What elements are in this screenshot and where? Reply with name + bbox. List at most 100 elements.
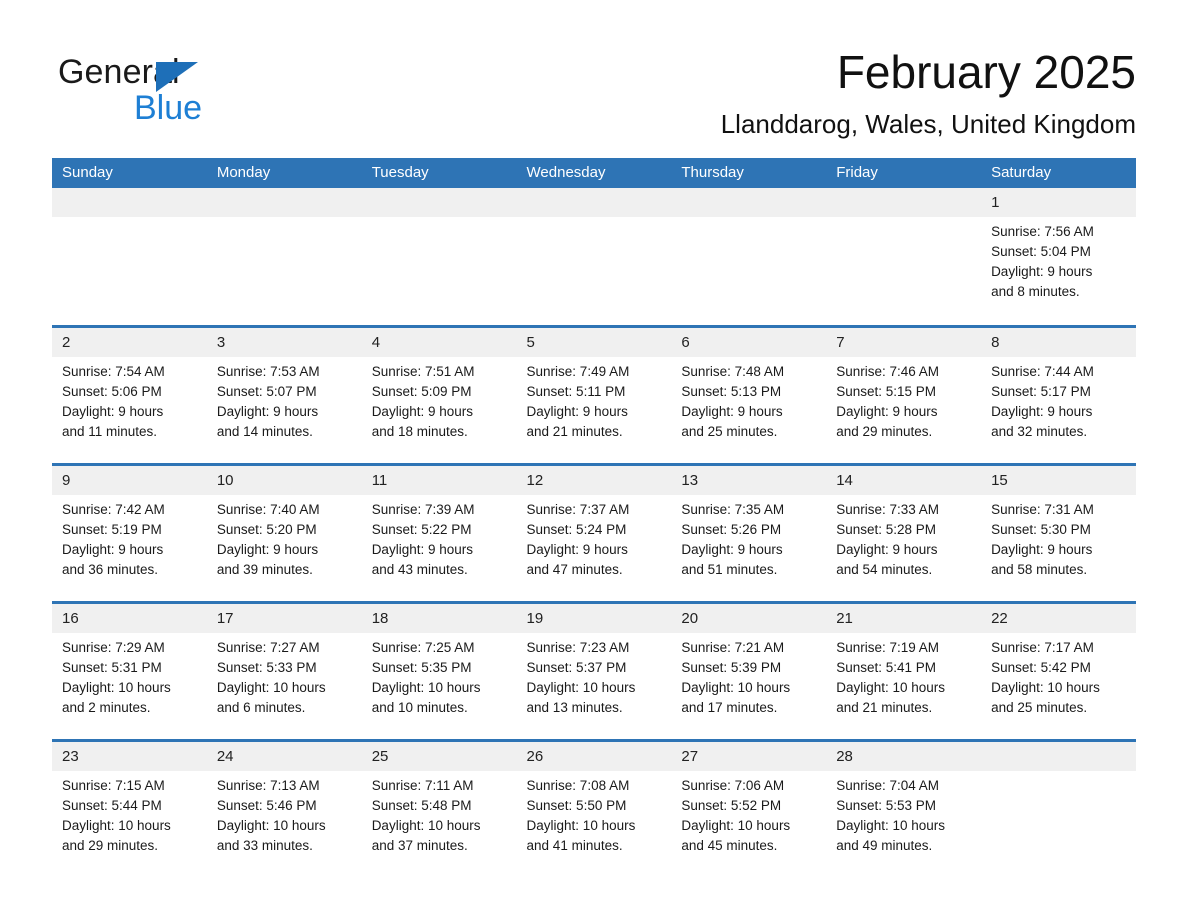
sunset-text: Sunset: 5:15 PM xyxy=(836,384,937,399)
calendar-body: 1 Sunrise: 7:56 AM Sunset: 5:04 PM Daylight… xyxy=(52,188,1136,872)
sunset-text: Sunset: 5:24 PM xyxy=(526,522,627,537)
daylight-text: Daylight: 10 hours xyxy=(836,680,946,695)
sunset-text: Sunset: 5:39 PM xyxy=(681,660,782,675)
day-number xyxy=(206,188,362,217)
sunrise-text: Sunrise: 7:44 AM xyxy=(991,364,1094,379)
sunrise-text: Sunrise: 7:04 AM xyxy=(836,778,940,793)
day-number: 18 xyxy=(361,604,517,633)
daylight-text: Daylight: 9 hours xyxy=(371,542,473,557)
day-sun-info: Sunrise: 7:39 AM Sunset: 5:22 PM Daylight:… xyxy=(362,495,517,580)
calendar-day-cell[interactable]: 15 Sunrise: 7:31 AM Sunset: 5:30 PM Dayligh… xyxy=(981,463,1136,603)
calendar-day-cell[interactable]: 7 Sunrise: 7:46 AM Sunset: 5:15 PM Daylight… xyxy=(826,325,982,465)
daylight-text: Daylight: 10 hours xyxy=(991,680,1100,695)
sunset-text: Sunset: 5:06 PM xyxy=(62,384,162,399)
page-title: February 2025 xyxy=(836,46,1136,98)
day-number: 16 xyxy=(52,604,207,633)
daylight-text: Daylight: 10 hours xyxy=(62,818,171,833)
sunrise-text: Sunrise: 7:27 AM xyxy=(216,640,320,655)
calendar-day-cell[interactable]: 13 Sunrise: 7:35 AM Sunset: 5:26 PM Dayligh… xyxy=(671,463,827,603)
calendar-day-cell[interactable]: 4 Sunrise: 7:51 AM Sunset: 5:09 PM Daylight… xyxy=(361,325,517,465)
day-number: 23 xyxy=(52,742,207,771)
weekday-header-tuesday: Tuesday xyxy=(361,158,517,188)
calendar-empty-cell xyxy=(516,188,672,327)
day-sun-info: Sunrise: 7:17 AM Sunset: 5:42 PM Daylight:… xyxy=(981,633,1136,718)
calendar-day-cell[interactable]: 25 Sunrise: 7:11 AM Sunset: 5:48 PM Dayligh… xyxy=(361,739,517,872)
daylight-text-cont: and 25 minutes. xyxy=(991,700,1088,715)
calendar-empty-cell xyxy=(52,188,207,327)
daylight-text-cont: and 2 minutes. xyxy=(62,700,151,715)
daylight-text: Daylight: 10 hours xyxy=(62,680,171,695)
sunset-text: Sunset: 5:26 PM xyxy=(681,522,782,537)
calendar-empty-cell xyxy=(981,739,1136,872)
daylight-text: Daylight: 10 hours xyxy=(216,680,326,695)
calendar-day-cell[interactable]: 23 Sunrise: 7:15 AM Sunset: 5:44 PM Dayligh… xyxy=(52,739,207,872)
day-sun-info: Sunrise: 7:31 AM Sunset: 5:30 PM Daylight:… xyxy=(981,495,1136,580)
day-sun-info: Sunrise: 7:06 AM Sunset: 5:52 PM Daylight:… xyxy=(671,771,826,856)
sunset-text: Sunset: 5:09 PM xyxy=(371,384,472,399)
calendar-day-cell[interactable]: 17 Sunrise: 7:27 AM Sunset: 5:33 PM Dayligh… xyxy=(206,601,362,741)
calendar-day-cell[interactable]: 21 Sunrise: 7:19 AM Sunset: 5:41 PM Dayligh… xyxy=(826,601,982,741)
general-blue-logo[interactable]: General Blue xyxy=(58,52,338,128)
calendar-day-cell[interactable]: 9 Sunrise: 7:42 AM Sunset: 5:19 PM Daylight… xyxy=(52,463,207,603)
day-number: 19 xyxy=(516,604,672,633)
daylight-text-cont: and 45 minutes. xyxy=(681,838,778,853)
sunset-text: Sunset: 5:33 PM xyxy=(216,660,317,675)
day-number xyxy=(981,742,1136,771)
calendar-day-cell[interactable]: 1 Sunrise: 7:56 AM Sunset: 5:04 PM Daylight… xyxy=(981,188,1136,327)
day-number: 21 xyxy=(826,604,982,633)
calendar-day-cell[interactable]: 2 Sunrise: 7:54 AM Sunset: 5:06 PM Daylight… xyxy=(52,325,207,465)
calendar-day-cell[interactable]: 8 Sunrise: 7:44 AM Sunset: 5:17 PM Daylight… xyxy=(981,325,1136,465)
day-number: 28 xyxy=(826,742,982,771)
daylight-text-cont: and 10 minutes. xyxy=(371,700,468,715)
day-number xyxy=(361,188,517,217)
weekday-header-thursday: Thursday xyxy=(671,158,827,188)
daylight-text: Daylight: 9 hours xyxy=(526,404,628,419)
day-number: 12 xyxy=(516,466,672,495)
calendar-day-cell[interactable]: 16 Sunrise: 7:29 AM Sunset: 5:31 PM Dayligh… xyxy=(52,601,207,741)
sunset-text: Sunset: 5:41 PM xyxy=(836,660,937,675)
calendar-day-cell[interactable]: 14 Sunrise: 7:33 AM Sunset: 5:28 PM Dayligh… xyxy=(826,463,982,603)
day-number: 5 xyxy=(516,328,672,357)
daylight-text: Daylight: 9 hours xyxy=(216,404,319,419)
calendar-day-cell[interactable]: 24 Sunrise: 7:13 AM Sunset: 5:46 PM Dayligh… xyxy=(206,739,362,872)
calendar-day-cell[interactable]: 12 Sunrise: 7:37 AM Sunset: 5:24 PM Dayligh… xyxy=(516,463,672,603)
weekday-header-row: Sunday Monday Tuesday Wednesday Thursday… xyxy=(52,158,1136,188)
calendar-day-cell[interactable]: 10 Sunrise: 7:40 AM Sunset: 5:20 PM Dayligh… xyxy=(206,463,362,603)
calendar-day-cell[interactable]: 22 Sunrise: 7:17 AM Sunset: 5:42 PM Dayligh… xyxy=(981,601,1136,741)
day-number: 24 xyxy=(206,742,362,771)
sunrise-text: Sunrise: 7:35 AM xyxy=(681,502,785,517)
page-header: General Blue February 2025 Llanddarog, W… xyxy=(52,44,1136,144)
calendar-day-cell[interactable]: 11 Sunrise: 7:39 AM Sunset: 5:22 PM Dayligh… xyxy=(361,463,517,603)
daylight-text: Daylight: 10 hours xyxy=(681,818,791,833)
calendar-day-cell[interactable]: 18 Sunrise: 7:25 AM Sunset: 5:35 PM Dayligh… xyxy=(361,601,517,741)
daylight-text: Daylight: 10 hours xyxy=(216,818,326,833)
calendar-day-cell[interactable]: 20 Sunrise: 7:21 AM Sunset: 5:39 PM Dayligh… xyxy=(671,601,827,741)
logo-text-blue: Blue xyxy=(134,89,203,127)
calendar-day-cell[interactable]: 19 Sunrise: 7:23 AM Sunset: 5:37 PM Dayligh… xyxy=(516,601,672,741)
calendar-day-cell[interactable]: 5 Sunrise: 7:49 AM Sunset: 5:11 PM Daylight… xyxy=(516,325,672,465)
sunrise-text: Sunrise: 7:37 AM xyxy=(526,502,630,517)
calendar-week-row: 2 Sunrise: 7:54 AM Sunset: 5:06 PM Daylight… xyxy=(52,325,1136,465)
daylight-text-cont: and 58 minutes. xyxy=(991,562,1088,577)
calendar-week-row: 9 Sunrise: 7:42 AM Sunset: 5:19 PM Daylight… xyxy=(52,463,1136,603)
day-sun-info: Sunrise: 7:54 AM Sunset: 5:06 PM Daylight:… xyxy=(52,357,207,442)
sunset-text: Sunset: 5:52 PM xyxy=(681,798,782,813)
calendar-day-cell[interactable]: 27 Sunrise: 7:06 AM Sunset: 5:52 PM Dayligh… xyxy=(671,739,827,872)
sunrise-text: Sunrise: 7:33 AM xyxy=(836,502,940,517)
calendar-day-cell[interactable]: 3 Sunrise: 7:53 AM Sunset: 5:07 PM Daylight… xyxy=(206,325,362,465)
calendar-day-cell[interactable]: 26 Sunrise: 7:08 AM Sunset: 5:50 PM Dayligh… xyxy=(516,739,672,872)
daylight-text-cont: and 17 minutes. xyxy=(681,700,778,715)
day-sun-info: Sunrise: 7:49 AM Sunset: 5:11 PM Daylight:… xyxy=(517,357,672,442)
calendar-grid: Sunday Monday Tuesday Wednesday Thursday… xyxy=(52,158,1136,872)
calendar-empty-cell xyxy=(361,188,517,327)
day-number: 26 xyxy=(516,742,672,771)
daylight-text-cont: and 11 minutes. xyxy=(62,424,158,439)
calendar-page: General Blue February 2025 Llanddarog, W… xyxy=(0,0,1188,918)
day-sun-info: Sunrise: 7:25 AM Sunset: 5:35 PM Daylight:… xyxy=(362,633,517,718)
daylight-text: Daylight: 10 hours xyxy=(836,818,946,833)
calendar-day-cell[interactable]: 6 Sunrise: 7:48 AM Sunset: 5:13 PM Daylight… xyxy=(671,325,827,465)
daylight-text-cont: and 21 minutes. xyxy=(836,700,933,715)
calendar-day-cell[interactable]: 28 Sunrise: 7:04 AM Sunset: 5:53 PM Dayligh… xyxy=(826,739,982,872)
day-number: 17 xyxy=(206,604,362,633)
sunset-text: Sunset: 5:22 PM xyxy=(371,522,472,537)
